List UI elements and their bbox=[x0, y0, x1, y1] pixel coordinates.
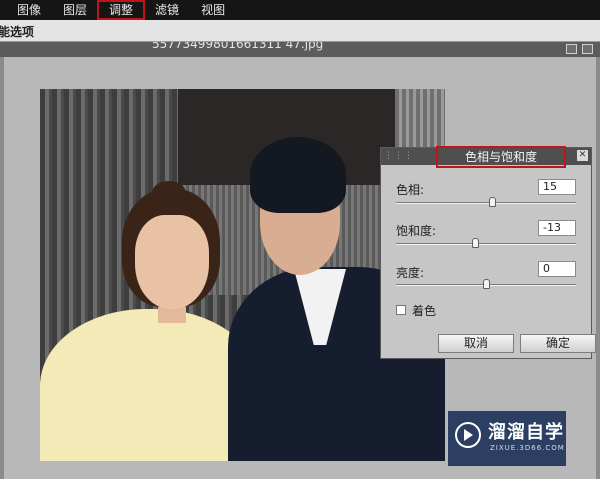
menu-bar: 图像 图层 调整 滤镜 视图 bbox=[0, 0, 600, 20]
lightness-slider[interactable] bbox=[396, 279, 576, 289]
hue-slider-thumb[interactable] bbox=[489, 197, 496, 207]
hue-label: 色相: bbox=[396, 183, 425, 197]
menu-filter[interactable]: 滤镜 bbox=[144, 1, 190, 19]
dialog-titlebar[interactable]: ⋮⋮⋮ 色相与饱和度 ✕ bbox=[381, 146, 591, 168]
photo-woman-face bbox=[135, 215, 209, 309]
document-title: 55773499801661311 47.jpg bbox=[152, 42, 324, 51]
saturation-slider-thumb[interactable] bbox=[472, 238, 479, 248]
photo-woman-bun bbox=[152, 181, 186, 205]
menu-image[interactable]: 图像 bbox=[6, 1, 52, 19]
play-icon bbox=[464, 429, 473, 441]
menu-layer[interactable]: 图层 bbox=[52, 1, 98, 19]
document-titlebar[interactable]: 55773499801661311 47.jpg bbox=[0, 42, 600, 57]
hue-input[interactable]: 15 bbox=[538, 179, 576, 195]
hue-saturation-dialog: ⋮⋮⋮ 色相与饱和度 ✕ 色相: 15 饱和度: -13 亮度: 0 着色 取消… bbox=[380, 146, 596, 359]
dialog-title: 色相与饱和度 bbox=[436, 146, 566, 168]
cancel-button[interactable]: 取消 bbox=[438, 334, 514, 353]
drag-grip-icon[interactable]: ⋮⋮⋮ bbox=[384, 150, 414, 162]
photo-woman-body bbox=[40, 309, 260, 461]
colorize-checkbox[interactable] bbox=[396, 305, 406, 315]
watermark-logo: 溜溜自学 ZIXUE.3D66.COM bbox=[448, 411, 566, 466]
saturation-slider[interactable] bbox=[396, 238, 576, 248]
saturation-input[interactable]: -13 bbox=[538, 220, 576, 236]
menu-adjust[interactable]: 调整 bbox=[97, 0, 146, 20]
options-bar-label: 能选项 bbox=[0, 25, 35, 39]
ok-button[interactable]: 确定 bbox=[520, 334, 596, 353]
maximize-icon[interactable] bbox=[566, 44, 577, 54]
colorize-label: 着色 bbox=[412, 304, 437, 318]
options-bar: 能选项 bbox=[0, 20, 600, 42]
menu-view[interactable]: 视图 bbox=[190, 1, 236, 19]
lightness-input[interactable]: 0 bbox=[538, 261, 576, 277]
watermark-url: ZIXUE.3D66.COM bbox=[490, 444, 565, 452]
hue-slider[interactable] bbox=[396, 197, 576, 207]
photo-man-hair bbox=[250, 137, 346, 213]
lightness-slider-thumb[interactable] bbox=[483, 279, 490, 289]
dialog-close-icon[interactable]: ✕ bbox=[577, 150, 588, 161]
lightness-label: 亮度: bbox=[396, 266, 425, 280]
close-icon[interactable] bbox=[582, 44, 593, 54]
watermark-brand: 溜溜自学 bbox=[488, 422, 564, 443]
saturation-label: 饱和度: bbox=[396, 224, 437, 238]
